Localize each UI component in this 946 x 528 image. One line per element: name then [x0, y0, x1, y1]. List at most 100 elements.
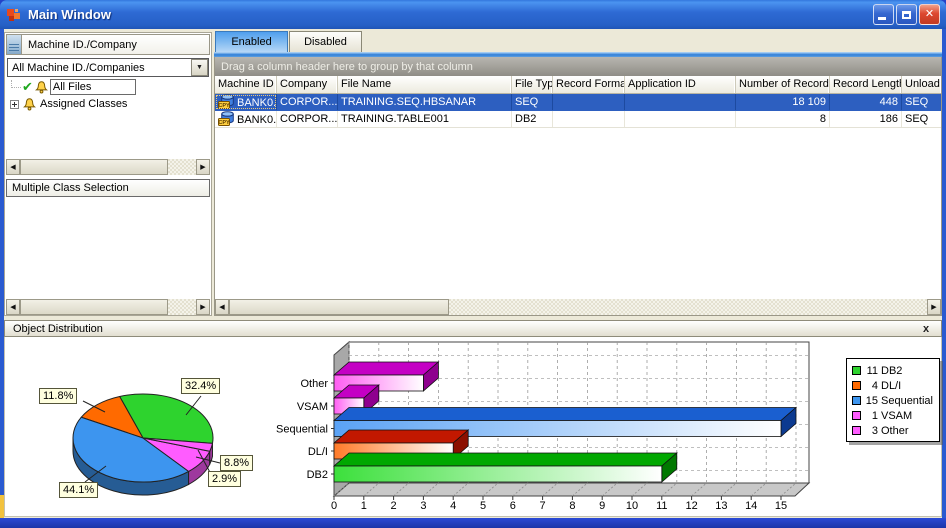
svg-text:DB2: DB2 [307, 469, 328, 481]
tree-horizontal-scrollbar[interactable]: ◀▶ [6, 159, 210, 175]
cell: 186 [830, 111, 902, 127]
scroll-thumb[interactable] [20, 299, 168, 315]
cell-text: BANK0... [237, 114, 277, 126]
pie-slice-label-sequential: 44.1% [59, 482, 98, 498]
title-bar[interactable]: Main Window ✕ [0, 0, 946, 29]
legend-label: Other [881, 425, 909, 437]
svg-text:Sequential: Sequential [276, 424, 328, 436]
tree-item-all-files[interactable]: ✔ All Files [7, 79, 209, 95]
minimize-button[interactable] [873, 4, 894, 25]
table-row[interactable]: CPY BANK0...CORPOR...TRAINING.SEQ.HBSANAR… [215, 94, 941, 111]
legend-count: 1 [864, 410, 878, 422]
cell: CPY BANK0... [215, 111, 277, 127]
close-button[interactable]: ✕ [919, 4, 940, 25]
legend-label: Sequential [881, 395, 933, 407]
plus-expander-icon[interactable] [10, 100, 19, 109]
object-distribution-caption: Object Distribution x [4, 320, 942, 337]
legend-item-dl-i: 4DL/I [852, 378, 935, 393]
tree-item-label: All Files [50, 79, 136, 95]
svg-text:13: 13 [715, 500, 727, 512]
cell: TRAINING.TABLE001 [338, 111, 512, 127]
column-header-file-type[interactable]: File Type [512, 76, 553, 93]
svg-text:CPY: CPY [218, 120, 230, 126]
grid-header-row: Machine IDCompanyFile NameFile TypeRecor… [215, 76, 941, 94]
cell: SEQ [902, 111, 941, 127]
tab-enabled[interactable]: Enabled [215, 31, 288, 52]
machine-company-filter-dropdown[interactable]: All Machine ID./Companies ▼ [7, 58, 209, 77]
scroll-track[interactable] [449, 299, 927, 315]
scroll-track[interactable] [168, 159, 196, 175]
svg-text:14: 14 [745, 500, 757, 512]
svg-text:0: 0 [331, 500, 337, 512]
grid-body: Drag a column header here to group by th… [214, 57, 942, 316]
check-icon: ✔ [22, 81, 33, 93]
cell-text: BANK0... [237, 97, 277, 109]
scroll-left-arrow[interactable]: ◀ [6, 159, 20, 175]
grip-lines-icon [9, 44, 19, 52]
multiple-class-selection-header: Multiple Class Selection [6, 179, 210, 197]
tree-item-assigned-classes[interactable]: Assigned Classes [7, 96, 209, 112]
svg-text:Other: Other [300, 378, 328, 390]
scroll-right-arrow[interactable]: ▶ [927, 299, 941, 315]
scroll-track[interactable] [168, 299, 196, 315]
svg-text:CPY: CPY [218, 103, 230, 109]
svg-text:11: 11 [656, 500, 667, 512]
machine-company-column-header[interactable]: Machine ID./Company [22, 34, 210, 55]
legend-label: DL/I [881, 380, 901, 392]
dropdown-arrow-button[interactable]: ▼ [191, 59, 208, 76]
legend-item-db2: 11DB2 [852, 363, 935, 378]
tab-bar: EnabledDisabled [215, 31, 363, 52]
column-header-application-id[interactable]: Application ID [625, 76, 736, 93]
column-header-number-of-records[interactable]: Number of Records [736, 76, 830, 93]
scroll-right-arrow[interactable]: ▶ [196, 159, 210, 175]
svg-text:10: 10 [626, 500, 638, 512]
scroll-left-arrow[interactable]: ◀ [215, 299, 229, 315]
pie-slice-label-db2: 32.4% [181, 378, 220, 394]
svg-text:7: 7 [540, 500, 546, 512]
column-header-company[interactable]: Company [277, 76, 338, 93]
panel-close-button[interactable]: x [919, 323, 933, 335]
svg-text:2: 2 [391, 500, 397, 512]
legend-count: 3 [864, 425, 878, 437]
panel-title: Object Distribution [13, 323, 919, 335]
cell: TRAINING.SEQ.HBSANAR [338, 94, 512, 110]
column-header-record-length[interactable]: Record Length [830, 76, 902, 93]
bell-icon [35, 81, 48, 94]
bell-icon [23, 98, 36, 111]
scroll-thumb[interactable] [20, 159, 168, 175]
column-header-unload-i[interactable]: Unload I [902, 76, 941, 93]
cell [553, 94, 625, 110]
cell: SEQ [512, 94, 553, 110]
grid-corner-grip[interactable] [6, 34, 22, 55]
window-body: Machine ID./Company All Machine ID./Comp… [4, 29, 942, 518]
cell: CORPOR... [277, 111, 338, 127]
cell: 18 109 [736, 94, 830, 110]
file-list-panel: EnabledDisabled Drag a column header her… [214, 29, 942, 316]
cell: CORPOR... [277, 94, 338, 110]
object-distribution-chart: 0123456789101112131415OtherVSAMSequentia… [5, 337, 941, 516]
grid-rows: CPY BANK0...CORPOR...TRAINING.SEQ.HBSANAR… [215, 94, 941, 299]
svg-text:15: 15 [775, 500, 787, 512]
legend-color-chip [852, 426, 861, 435]
legend-label: DB2 [881, 365, 902, 377]
table-row[interactable]: CPYBANK0...CORPOR...TRAINING.TABLE001DB2… [215, 111, 941, 128]
scroll-left-arrow[interactable]: ◀ [6, 299, 20, 315]
cell [625, 111, 736, 127]
scroll-right-arrow[interactable]: ▶ [196, 299, 210, 315]
column-header-record-format[interactable]: Record Format [553, 76, 625, 93]
legend-color-chip [852, 396, 861, 405]
legend-color-chip [852, 411, 861, 420]
svg-text:1: 1 [361, 500, 367, 512]
column-header-machine-id[interactable]: Machine ID [215, 76, 277, 93]
svg-text:8: 8 [569, 500, 575, 512]
app-icon [6, 7, 22, 23]
pie-slice-label-vsam: 2.9% [208, 471, 241, 487]
maximize-button[interactable] [896, 4, 917, 25]
pie-slice-label-dl-i: 11.8% [39, 388, 77, 404]
column-header-file-name[interactable]: File Name [338, 76, 512, 93]
maximize-icon [902, 11, 911, 19]
scroll-thumb[interactable] [229, 299, 449, 315]
grid-horizontal-scrollbar[interactable]: ◀▶ [215, 299, 941, 315]
tab-disabled[interactable]: Disabled [289, 31, 362, 52]
class-horizontal-scrollbar[interactable]: ◀▶ [6, 299, 210, 315]
